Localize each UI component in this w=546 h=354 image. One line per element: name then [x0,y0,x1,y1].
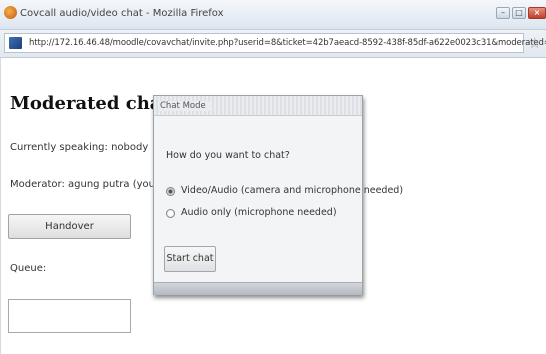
window-title: Covcall audio/video chat - Mozilla Firef… [20,8,224,19]
maximize-icon[interactable]: □ [512,7,526,19]
url-text[interactable]: http://172.16.46.48/moodle/covavchat/inv… [29,38,546,48]
video-audio-label[interactable]: Video/Audio (camera and microphone neede… [181,185,403,196]
site-favicon-icon [9,37,22,49]
speaking-status: Currently speaking: nobody [10,142,149,153]
content-border [0,58,1,354]
dialog-header[interactable]: Chat Mode [154,96,362,116]
queue-list[interactable] [8,299,131,333]
dialog-question: How do you want to chat? [166,150,290,161]
window-titlebar: Covcall audio/video chat - Mozilla Firef… [0,0,546,30]
moderator-label: Moderator: agung putra (you) [10,179,159,190]
dialog-footer [154,282,362,295]
video-audio-radio[interactable] [166,187,175,196]
audio-only-label[interactable]: Audio only (microphone needed) [181,207,337,218]
handover-button[interactable]: Handover [8,214,131,239]
url-field[interactable]: http://172.16.46.48/moodle/covavchat/inv… [4,33,546,53]
queue-label: Queue: [10,263,47,274]
star-icon[interactable]: ☆ [528,34,541,52]
start-chat-button[interactable]: Start chat [164,246,216,272]
firefox-icon [4,6,17,19]
minimize-icon[interactable]: – [496,7,510,19]
audio-only-radio[interactable] [166,209,175,218]
dialog-title: Chat Mode [160,101,210,111]
chat-mode-dialog: Chat Mode How do you want to chat? Video… [153,95,403,295]
close-icon[interactable]: × [528,7,546,19]
page-title: Moderated chat [10,93,170,114]
navigation-bar: http://172.16.46.48/moodle/covavchat/inv… [0,30,546,58]
